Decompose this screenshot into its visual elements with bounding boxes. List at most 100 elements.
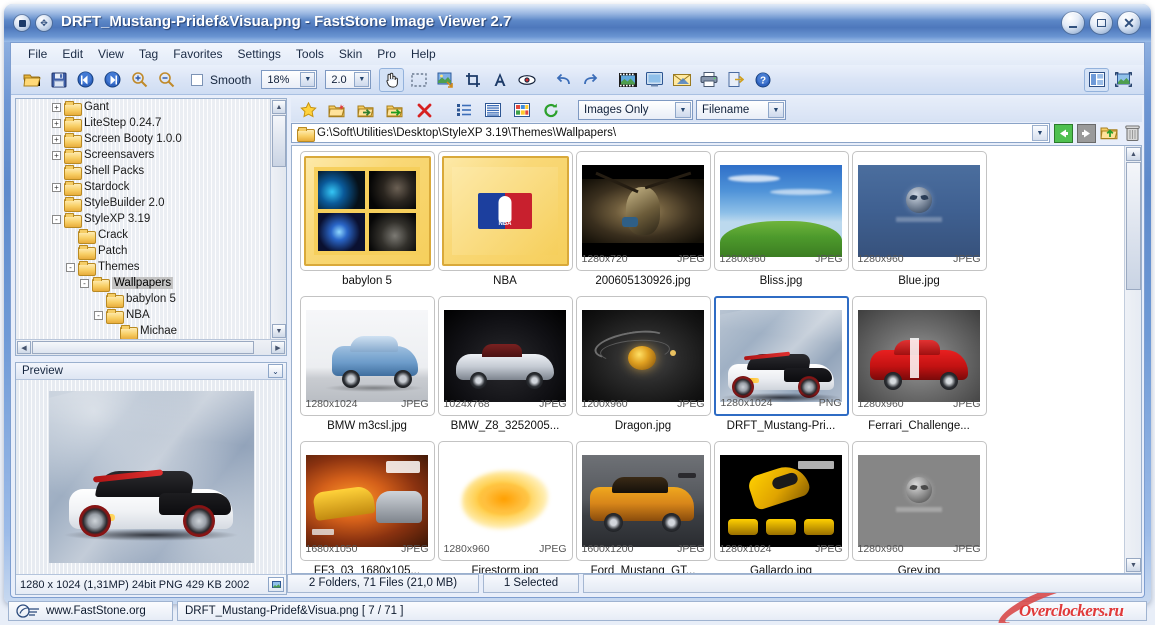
thumbnail-box[interactable]: 1280x960 JPEG — [437, 441, 573, 561]
scale-factor-combo[interactable]: 2.0 ▼ — [325, 70, 372, 89]
collapse-icon[interactable]: - — [66, 262, 75, 272]
trash-icon[interactable] — [1122, 123, 1142, 143]
scroll-right-icon[interactable]: ▶ — [271, 341, 285, 354]
tree-item[interactable]: - NBA — [16, 307, 270, 324]
menu-help[interactable]: Help — [404, 45, 443, 63]
expand-icon[interactable]: + — [52, 102, 61, 112]
faststone-brand[interactable]: www.FastStone.org — [8, 601, 173, 621]
tree-hscroll-thumb[interactable] — [32, 341, 254, 354]
scroll-left-icon[interactable]: ◀ — [17, 341, 31, 354]
chevron-down-icon[interactable]: ▼ — [1032, 125, 1048, 141]
chevron-down-icon[interactable]: ▼ — [768, 102, 784, 118]
thumbnail-item[interactable]: 1280x1024 JPEG Gallardo.jpg — [712, 441, 850, 573]
expand-icon[interactable]: + — [52, 182, 61, 192]
crop-icon[interactable] — [460, 68, 485, 92]
folder-tree[interactable]: + Gant + LiteStep 0.24.7 + Screen Booty 1.0.0… — [15, 98, 287, 356]
email-icon[interactable] — [669, 68, 694, 92]
tree-vertical-scrollbar[interactable]: ▲ ▼ — [270, 99, 286, 339]
menu-file[interactable]: File — [21, 45, 54, 63]
zoom-level-combo[interactable]: 18% ▼ — [261, 70, 318, 89]
thumbnail-box[interactable]: 1280x1024 JPEG — [713, 441, 849, 561]
thumbnail-item[interactable]: 1024x768 JPEG BMW_Z8_3252005... — [436, 296, 574, 441]
thumbnail-box[interactable]: 1280x1024 PNG — [713, 296, 849, 416]
sort-order-combo[interactable]: Filename ▼ — [696, 100, 786, 120]
scroll-down-icon[interactable]: ▼ — [1126, 558, 1141, 572]
chevron-down-icon[interactable]: ▼ — [354, 72, 370, 87]
tree-item[interactable]: Michae — [16, 323, 270, 339]
thumbnail-box[interactable]: 1280x960 JPEG — [851, 441, 987, 561]
print-icon[interactable] — [696, 68, 721, 92]
menu-tools[interactable]: Tools — [289, 45, 331, 63]
previous-image-icon[interactable] — [73, 68, 98, 92]
tree-item[interactable]: Patch — [16, 243, 270, 260]
thumbnail-item[interactable]: babylon 5 — [298, 151, 436, 296]
menu-edit[interactable]: Edit — [55, 45, 90, 63]
expand-icon[interactable]: + — [52, 118, 61, 128]
collapse-icon[interactable]: - — [80, 278, 89, 288]
thumbnail-browser[interactable]: babylon 5 NBA NBA 1280x720 JPEG 2006051309… — [291, 145, 1142, 574]
open-folder-icon[interactable] — [19, 68, 44, 92]
thumbnail-box[interactable]: 1600x1200 JPEG — [575, 441, 711, 561]
maximize-button[interactable] — [1089, 11, 1113, 35]
zoom-in-icon[interactable] — [127, 68, 152, 92]
tree-item[interactable]: Crack — [16, 227, 270, 244]
window-options-icon[interactable]: ✥ — [35, 14, 53, 32]
chevron-down-icon[interactable]: ▼ — [300, 72, 316, 87]
text-tool-icon[interactable] — [487, 68, 512, 92]
thumbnail-box[interactable]: 1280x960 JPEG — [851, 151, 987, 271]
compare-icon[interactable] — [642, 68, 667, 92]
fullscreen-icon[interactable] — [1111, 68, 1136, 92]
thumbnail-box[interactable]: NBA — [437, 151, 573, 271]
resize-image-icon[interactable] — [433, 68, 458, 92]
undo-icon[interactable] — [551, 68, 576, 92]
thumbnail-item[interactable]: 1280x720 JPEG 200605130926.jpg — [574, 151, 712, 296]
zoom-out-icon[interactable] — [154, 68, 179, 92]
thumbnail-item[interactable]: 1280x1024 JPEG BMW m3csl.jpg — [298, 296, 436, 441]
tree-item[interactable]: + Stardock — [16, 179, 270, 196]
thumbnail-item[interactable]: 1280x960 JPEG Grey.jpg — [850, 441, 988, 573]
tree-item[interactable]: + LiteStep 0.24.7 — [16, 115, 270, 132]
menu-tag[interactable]: Tag — [132, 45, 165, 63]
list-view-icon[interactable] — [451, 100, 477, 121]
thumbnail-box[interactable]: 1280x960 JPEG — [851, 296, 987, 416]
pan-hand-icon[interactable] — [379, 67, 405, 92]
delete-icon[interactable] — [411, 100, 437, 121]
thumbnail-box[interactable]: 1200x960 JPEG — [575, 296, 711, 416]
file-filter-combo[interactable]: Images Only ▼ — [578, 100, 693, 120]
details-view-icon[interactable] — [480, 100, 506, 121]
collapse-icon[interactable]: - — [94, 310, 103, 320]
next-image-icon[interactable] — [100, 68, 125, 92]
tree-item[interactable]: + Gant — [16, 99, 270, 116]
smooth-checkbox[interactable] — [191, 73, 203, 86]
thumbnail-box[interactable] — [299, 151, 435, 271]
exit-icon[interactable] — [723, 68, 748, 92]
tree-item[interactable]: + Screen Booty 1.0.0 — [16, 131, 270, 148]
menu-view[interactable]: View — [91, 45, 131, 63]
thumbnail-item[interactable]: 1680x1050 JPEG FF3_03_1680x105... — [298, 441, 436, 573]
forward-arrow-icon[interactable] — [1076, 123, 1096, 143]
thumbnail-item[interactable]: 1280x960 JPEG Ferrari_Challenge... — [850, 296, 988, 441]
help-icon[interactable]: ? — [750, 68, 775, 92]
thumbnail-item[interactable]: 1280x960 JPEG Blue.jpg — [850, 151, 988, 296]
scroll-up-icon[interactable]: ▲ — [272, 100, 286, 114]
favorites-star-icon[interactable] — [295, 100, 321, 121]
collapse-icon[interactable]: - — [52, 214, 61, 224]
grid-scroll-thumb[interactable] — [1126, 162, 1141, 290]
slideshow-icon[interactable] — [615, 68, 640, 92]
tree-item[interactable]: StyleBuilder 2.0 — [16, 195, 270, 212]
tree-item[interactable]: + Screensavers — [16, 147, 270, 164]
thumbnail-box[interactable]: 1680x1050 JPEG — [299, 441, 435, 561]
new-folder-icon[interactable] — [324, 100, 350, 121]
thumbnail-box[interactable]: 1280x960 JPEG — [713, 151, 849, 271]
menu-favorites[interactable]: Favorites — [166, 45, 229, 63]
minimize-button[interactable] — [1061, 11, 1085, 35]
save-icon[interactable] — [46, 68, 71, 92]
app-menu-icon[interactable] — [13, 14, 31, 32]
tree-horizontal-scrollbar[interactable]: ◀ ▶ — [16, 339, 286, 355]
menu-pro[interactable]: Pro — [370, 45, 403, 63]
thumbnail-item[interactable]: NBA NBA — [436, 151, 574, 296]
thumbnail-box[interactable]: 1024x768 JPEG — [437, 296, 573, 416]
close-button[interactable]: ✕ — [1117, 11, 1141, 35]
refresh-icon[interactable] — [538, 100, 564, 121]
expand-icon[interactable]: + — [52, 150, 61, 160]
